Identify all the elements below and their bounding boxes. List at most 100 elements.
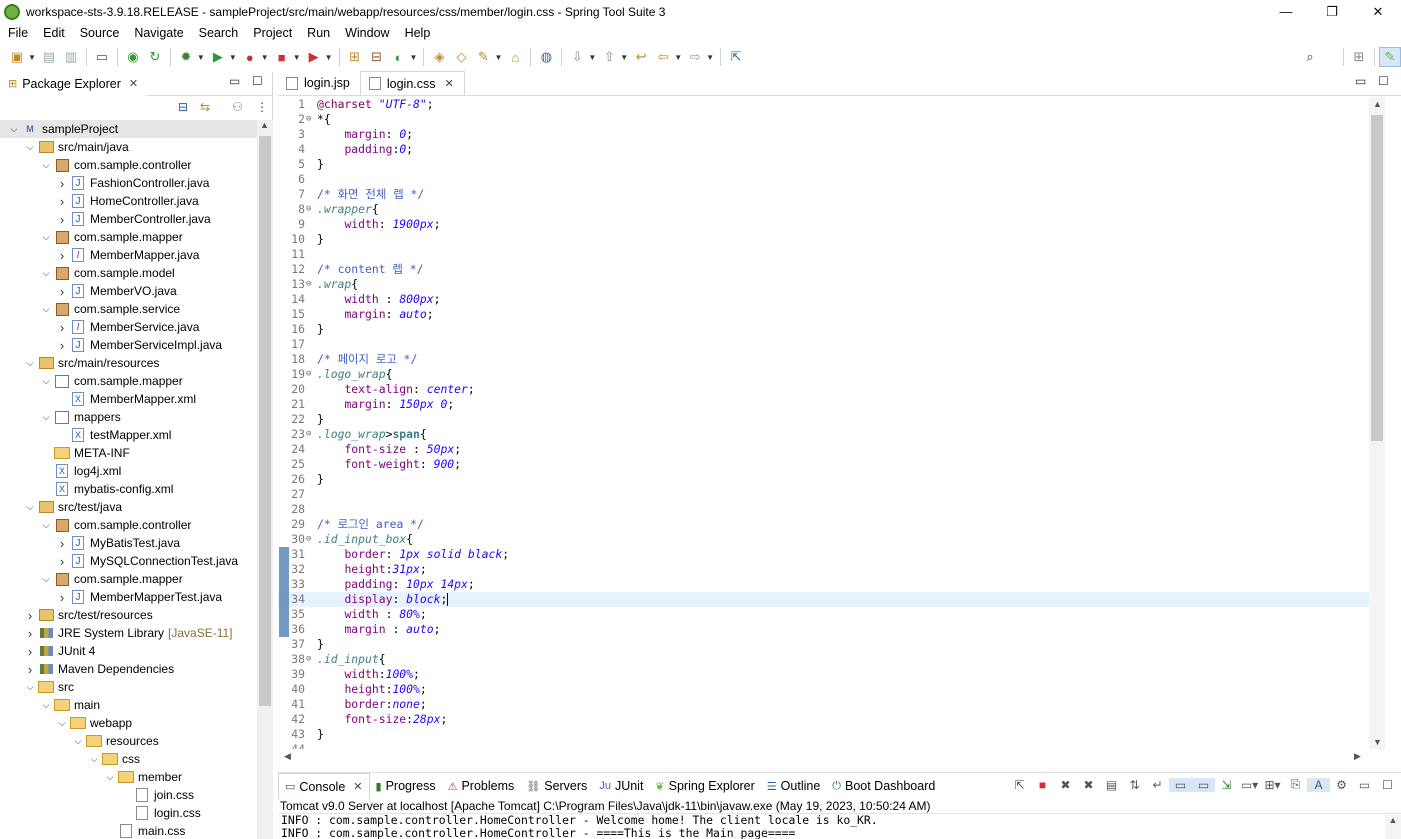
terminate-icon[interactable]: ■ xyxy=(271,47,293,67)
maximize-view-icon[interactable]: ☐ xyxy=(1376,778,1399,792)
globe-icon[interactable]: ◍ xyxy=(535,47,557,67)
tab-spring-explorer[interactable]: ❦ Spring Explorer xyxy=(649,773,760,799)
code-line[interactable]: 9 width: 1900px; xyxy=(278,217,1369,232)
tab-servers[interactable]: ⛓ Servers xyxy=(520,773,593,799)
code-line[interactable]: 36 margin : auto; xyxy=(278,622,1369,637)
tree-item[interactable]: › src/test/resources xyxy=(0,606,257,624)
menu-edit[interactable]: Edit xyxy=(35,26,72,40)
tree-item[interactable]: › MemberMapperTest.java xyxy=(0,588,257,606)
collapsed-icon[interactable]: › xyxy=(56,194,68,209)
new-class-icon[interactable]: ◐ xyxy=(388,47,410,67)
stop-icon[interactable]: ◉ xyxy=(122,47,144,67)
show-stdout-icon[interactable]: ▭ xyxy=(1169,777,1192,792)
code-line[interactable]: 1 @charset "UTF-8"; xyxy=(278,97,1369,112)
scroll-lock-icon[interactable]: ⇅ xyxy=(1123,778,1146,792)
tree-item[interactable]: ⌵ com.sample.mapper xyxy=(0,570,257,588)
menu-run[interactable]: Run xyxy=(299,26,337,40)
collapsed-icon[interactable]: › xyxy=(24,608,36,623)
code-line[interactable]: 6 xyxy=(278,172,1369,187)
code-line[interactable]: 24 font-size : 50px; xyxy=(278,442,1369,457)
expanded-icon[interactable]: ⌵ xyxy=(24,142,36,153)
expanded-icon[interactable]: ⌵ xyxy=(40,520,52,531)
tree-item[interactable]: join.css xyxy=(0,786,257,804)
collapsed-icon[interactable]: › xyxy=(56,212,68,227)
code-line[interactable]: 32 height:31px; xyxy=(278,562,1369,577)
save-icon[interactable]: ▤ xyxy=(38,47,60,67)
code-line[interactable]: 16} xyxy=(278,322,1369,337)
code-line[interactable]: 14 width : 800px; xyxy=(278,292,1369,307)
code-line[interactable]: 40 height:100%; xyxy=(278,682,1369,697)
menu-window[interactable]: Window xyxy=(337,26,396,40)
tree-item[interactable]: ⌵ resources xyxy=(0,732,257,750)
fold-icon[interactable]: ⊖ xyxy=(306,367,317,382)
tab-progress[interactable]: ▮ Progress xyxy=(370,773,442,799)
editor-hscrollbar[interactable]: ◀ ▶ xyxy=(278,749,1369,765)
tree-item[interactable]: ⌵ src/test/java xyxy=(0,498,257,516)
code-line[interactable]: 29 /* 로그인 area */ xyxy=(278,517,1369,532)
collapsed-icon[interactable]: › xyxy=(56,554,68,569)
code-line[interactable]: 2 ⊖ *{ xyxy=(278,112,1369,127)
code-line[interactable]: 39 width:100%; xyxy=(278,667,1369,682)
tree-item[interactable]: › MyBatisTest.java xyxy=(0,534,257,552)
tree-item[interactable]: › JRE System Library [JavaSE-11] xyxy=(0,624,257,642)
tree-item[interactable]: › MemberService.java xyxy=(0,318,257,336)
code-line[interactable]: 15 margin: auto; xyxy=(278,307,1369,322)
code-line[interactable]: 13 ⊖ .wrap{ xyxy=(278,277,1369,292)
code-line[interactable]: 17 xyxy=(278,337,1369,352)
save-all-icon[interactable]: ▥ xyxy=(60,47,82,67)
tab-login-jsp[interactable]: login.jsp xyxy=(278,71,360,95)
back-icon[interactable]: ⇦ xyxy=(652,47,674,67)
open-folder-icon[interactable]: ⌂ xyxy=(504,47,526,67)
minimize-button[interactable]: — xyxy=(1263,0,1309,23)
code-line[interactable]: 35 width : 80%; xyxy=(278,607,1369,622)
scroll-left-icon[interactable]: ◀ xyxy=(284,751,291,762)
code-line[interactable]: 37} xyxy=(278,637,1369,652)
collapsed-icon[interactable]: › xyxy=(24,626,36,641)
new-package-icon[interactable]: ⊟ xyxy=(366,47,388,67)
code-line[interactable]: 42 font-size:28px; xyxy=(278,712,1369,727)
tree-item[interactable]: › Maven Dependencies xyxy=(0,660,257,678)
tree-item[interactable]: ⌵ com.sample.mapper xyxy=(0,372,257,390)
close-icon[interactable]: ✕ xyxy=(129,77,138,90)
pin-icon[interactable]: ⇲ xyxy=(1215,778,1238,792)
code-line[interactable]: 25 font-weight: 900; xyxy=(278,457,1369,472)
collapsed-icon[interactable]: › xyxy=(56,284,68,299)
fold-icon[interactable]: ⊖ xyxy=(306,277,317,292)
code-line[interactable]: 34 display: block; xyxy=(278,592,1369,607)
fold-icon[interactable]: ⊖ xyxy=(306,532,317,547)
tree-item[interactable]: ⌵ webapp xyxy=(0,714,257,732)
expanded-icon[interactable]: ⌵ xyxy=(40,232,52,243)
collapsed-icon[interactable]: › xyxy=(56,320,68,335)
maximize-button[interactable]: ❐ xyxy=(1309,0,1355,23)
code-line[interactable]: 38 ⊖ .id_input{ xyxy=(278,652,1369,667)
view-menu-icon[interactable]: ⋮ xyxy=(256,100,268,114)
tree-item[interactable]: › MemberServiceImpl.java xyxy=(0,336,257,354)
tree-item[interactable]: MemberMapper.xml xyxy=(0,390,257,408)
tree-item[interactable]: ⌵ src xyxy=(0,678,257,696)
close-icon[interactable]: ✕ xyxy=(353,780,362,793)
pin-editor-icon[interactable]: ⇱ xyxy=(725,47,747,67)
debug-icon[interactable]: ✹ xyxy=(175,47,197,67)
new-icon[interactable]: ▣ xyxy=(6,47,28,67)
open-task-icon[interactable]: ◇ xyxy=(450,47,472,67)
search-icon[interactable]: ⌕ xyxy=(1299,47,1321,67)
show-stderr-icon[interactable]: ▭ xyxy=(1192,777,1215,792)
code-line[interactable]: 4 padding:0; xyxy=(278,142,1369,157)
menu-source[interactable]: Source xyxy=(72,26,127,40)
fold-icon[interactable]: ⊖ xyxy=(306,652,317,667)
tab-package-explorer[interactable]: ⊞ Package Explorer ✕ xyxy=(0,71,147,96)
focus-icon[interactable]: ⚇ xyxy=(232,100,243,114)
minimize-view-icon[interactable]: ▭ xyxy=(1353,778,1376,792)
expanded-icon[interactable]: ⌵ xyxy=(8,124,20,135)
scrollbar-thumb[interactable] xyxy=(259,136,271,706)
tree-item[interactable]: ⌵ src/main/java xyxy=(0,138,257,156)
editor-scrollbar[interactable]: ▲ ▼ xyxy=(1369,97,1385,749)
tree-item[interactable]: › MySQLConnectionTest.java xyxy=(0,552,257,570)
expanded-icon[interactable]: ⌵ xyxy=(40,574,52,585)
code-line[interactable]: 11 xyxy=(278,247,1369,262)
expanded-icon[interactable]: ⌵ xyxy=(24,502,36,513)
code-line[interactable]: 22} xyxy=(278,412,1369,427)
fold-icon[interactable]: ⊖ xyxy=(306,112,317,127)
tab-console[interactable]: ▭ Console ✕ xyxy=(278,773,370,799)
tree-item[interactable]: ⌵ member xyxy=(0,768,257,786)
